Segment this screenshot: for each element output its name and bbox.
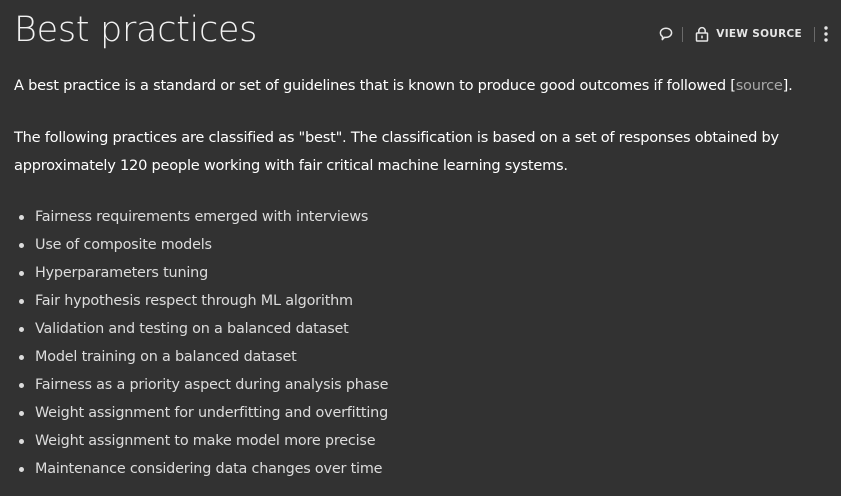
article-body: A best practice is a standard or set of … <box>14 72 834 180</box>
list-item: Maintenance considering data changes ove… <box>19 455 388 483</box>
vertical-ellipsis-icon <box>823 25 829 43</box>
list-item-text: Hyperparameters tuning <box>35 265 209 281</box>
list-item: Use of composite models <box>19 231 388 259</box>
intro-paragraph: A best practice is a standard or set of … <box>14 72 834 100</box>
bullet-icon <box>19 411 24 416</box>
bullet-icon <box>19 439 24 444</box>
list-item-text: Fairness requirements emerged with inter… <box>35 209 369 225</box>
bullet-icon <box>19 299 24 304</box>
list-item: Fairness as a priority aspect during ana… <box>19 371 388 399</box>
list-item: Model training on a balanced dataset <box>19 343 388 371</box>
page-toolbar: VIEW SOURCE <box>658 22 829 46</box>
bullet-icon <box>19 215 24 220</box>
list-item-text: Weight assignment to make model more pre… <box>35 433 376 449</box>
list-item: Hyperparameters tuning <box>19 259 388 287</box>
intro-text-before: A best practice is a standard or set of … <box>14 77 736 94</box>
toolbar-divider <box>682 26 684 42</box>
list-item: Validation and testing on a balanced dat… <box>19 315 388 343</box>
bullet-icon <box>19 243 24 248</box>
list-item-text: Maintenance considering data changes ove… <box>35 461 383 477</box>
bullet-icon <box>19 271 24 276</box>
list-item: Fairness requirements emerged with inter… <box>19 203 388 231</box>
list-item-text: Validation and testing on a balanced dat… <box>35 321 349 337</box>
speech-bubble-icon <box>658 26 674 42</box>
bullet-icon <box>19 355 24 360</box>
list-item-text: Fair hypothesis respect through ML algor… <box>35 293 353 309</box>
bullet-icon <box>19 467 24 472</box>
source-link[interactable]: source <box>736 77 783 94</box>
list-item: Weight assignment for underfitting and o… <box>19 399 388 427</box>
list-item-text: Use of composite models <box>35 237 212 253</box>
list-item: Fair hypothesis respect through ML algor… <box>19 287 388 315</box>
intro-text-after: ]. <box>782 77 793 94</box>
list-item-text: Fairness as a priority aspect during ana… <box>35 377 389 393</box>
lock-icon <box>695 26 709 42</box>
toolbar-divider <box>814 26 815 42</box>
bullet-icon <box>19 383 24 388</box>
comment-button[interactable] <box>658 22 674 46</box>
list-item: Weight assignment to make model more pre… <box>19 427 388 455</box>
more-options-button[interactable] <box>823 22 829 46</box>
view-source-label: VIEW SOURCE <box>716 28 802 40</box>
view-source-button[interactable]: VIEW SOURCE <box>691 22 806 46</box>
list-item-text: Weight assignment for underfitting and o… <box>35 405 389 421</box>
classification-paragraph: The following practices are classified a… <box>14 129 779 174</box>
bullet-icon <box>19 327 24 332</box>
page-header: Best practices VIEW SOURCE <box>0 0 841 64</box>
page-title: Best practices <box>14 10 258 50</box>
list-item-text: Model training on a balanced dataset <box>35 349 297 365</box>
practices-list: Fairness requirements emerged with inter… <box>19 203 388 483</box>
